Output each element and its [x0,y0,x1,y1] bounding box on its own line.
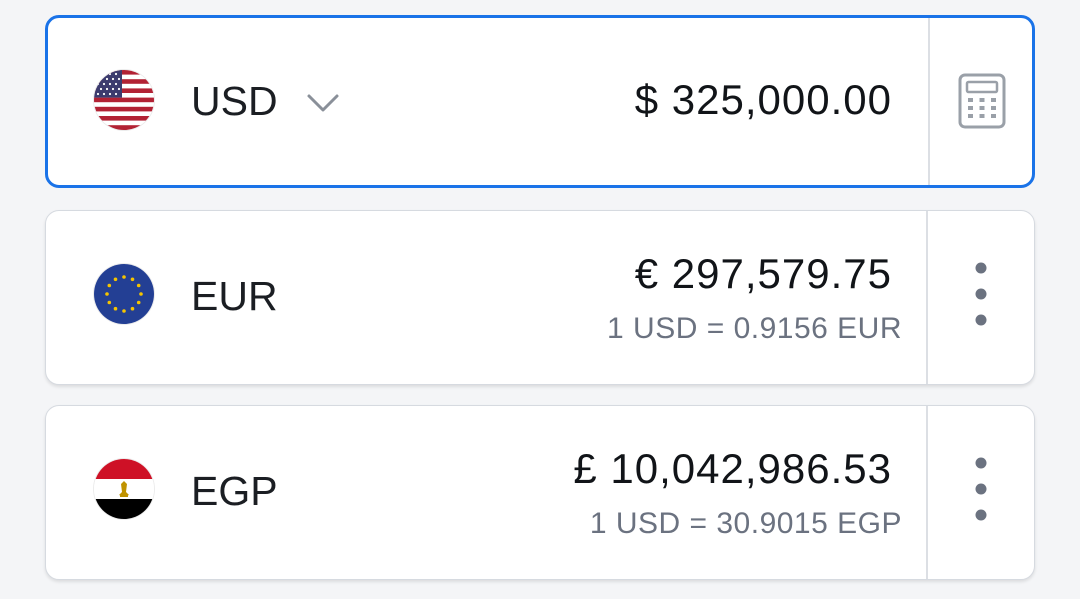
conversion-card-eur[interactable]: EUR € 297,579.75 1 USD = 0.9156 EUR [45,210,1035,385]
converted-amount[interactable]: £ 10,042,986.53 [573,448,892,490]
currency-code: EGP [191,468,278,514]
conversion-card-egp[interactable]: EGP £ 10,042,986.53 1 USD = 30.9015 EGP [45,405,1035,580]
base-amount-input[interactable]: $ 325,000.00 [635,79,892,121]
card-divider [928,18,930,185]
us-flag-icon [94,70,154,130]
calculator-icon[interactable] [958,73,1006,129]
card-divider [926,211,928,384]
exchange-rate: 1 USD = 0.9156 EUR [607,312,902,345]
base-currency-code[interactable]: USD [191,81,278,122]
currency-code: EUR [191,273,278,319]
card-divider [926,406,928,579]
chevron-down-icon[interactable] [303,88,343,118]
exchange-rate: 1 USD = 30.9015 EGP [589,507,902,540]
eu-flag-icon [94,264,154,324]
base-currency-card[interactable]: USD $ 325,000.00 [45,15,1035,188]
egypt-flag-icon [94,459,154,519]
more-vertical-icon[interactable] [966,259,996,329]
more-vertical-icon[interactable] [966,454,996,524]
converted-amount[interactable]: € 297,579.75 [635,253,892,295]
